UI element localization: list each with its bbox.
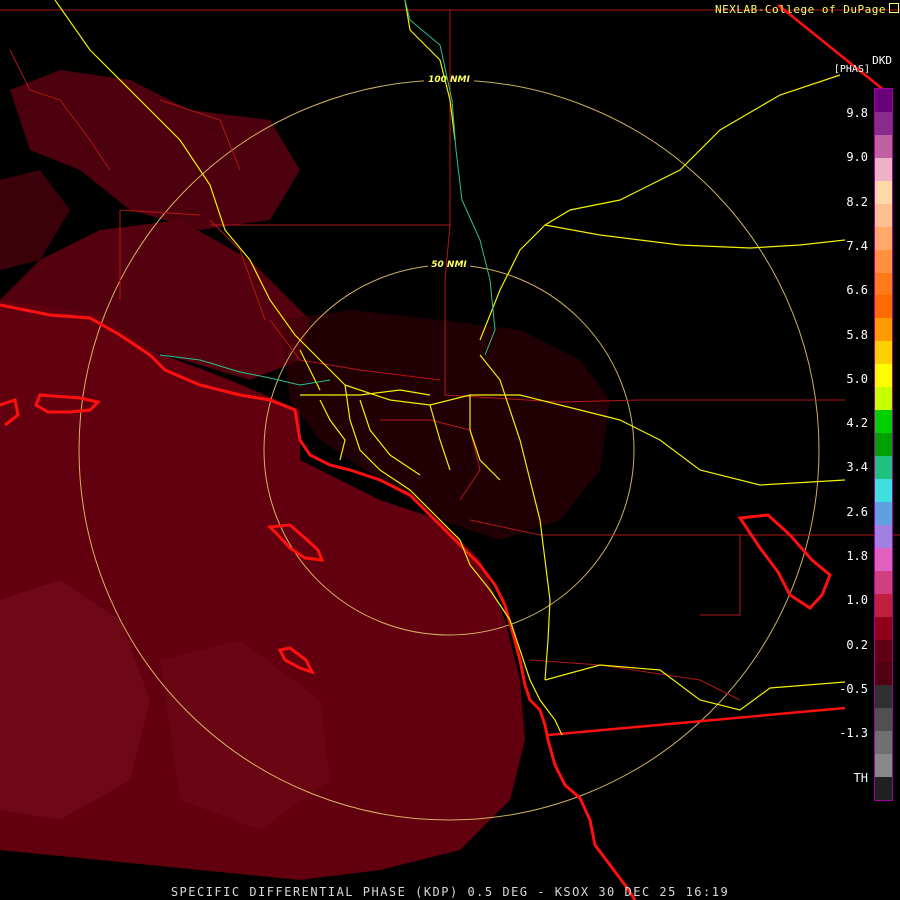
- island-offshore-east: [737, 513, 832, 610]
- color-swatch: [875, 570, 892, 594]
- color-swatch: [875, 134, 892, 158]
- color-scale-tick-label: 2.6: [846, 504, 868, 519]
- color-scale-tick-label: TH: [853, 770, 868, 785]
- ring-label-50nmi: 50 NMI: [431, 260, 467, 270]
- product-code: DKD: [872, 54, 892, 67]
- state-boundary-line: [547, 706, 846, 737]
- color-swatch: [875, 180, 892, 204]
- color-swatch: [875, 226, 892, 250]
- precipitation-echoes: [0, 70, 610, 880]
- color-swatch: [875, 318, 892, 342]
- color-scale-tick-label: 7.4: [846, 238, 868, 253]
- color-scale-tick-label: 8.2: [846, 194, 868, 209]
- color-scale-tick-label: 6.6: [846, 283, 868, 298]
- color-swatch: [875, 111, 892, 135]
- color-scale-bar: [874, 88, 893, 801]
- color-swatch: [875, 524, 892, 548]
- color-swatch: [875, 387, 892, 411]
- color-swatch: [875, 547, 892, 571]
- color-swatch: [875, 89, 892, 112]
- color-swatch: [875, 777, 892, 801]
- color-swatch: [875, 249, 892, 273]
- color-swatch: [875, 410, 892, 434]
- color-swatch: [875, 364, 892, 388]
- color-swatch: [875, 456, 892, 479]
- color-scale-tick-label: -0.5: [839, 681, 868, 696]
- credit-text: NEXLAB-College of DuPage: [715, 3, 886, 16]
- color-swatch: [875, 157, 892, 181]
- color-swatch: [875, 639, 892, 663]
- color-scale-tick-label: 5.0: [846, 371, 868, 386]
- color-swatch: [875, 501, 892, 525]
- color-swatch: [875, 295, 892, 319]
- color-swatch: [875, 478, 892, 502]
- color-swatch: [875, 593, 892, 617]
- color-swatch: [875, 731, 892, 755]
- color-scale-tick-label: 9.8: [846, 106, 868, 120]
- color-scale-tick-label: 9.0: [846, 150, 868, 165]
- color-scale-tick-label: 0.2: [846, 637, 868, 652]
- color-swatch: [875, 433, 892, 456]
- unit-label: [PHAS]: [833, 64, 870, 75]
- product-caption: SPECIFIC DIFFERENTIAL PHASE (KDP) 0.5 DE…: [170, 885, 730, 899]
- color-scale-tick-label: -1.3: [839, 726, 868, 741]
- color-swatch: [875, 708, 892, 732]
- radar-view: 100 NMI 50 NMI NEXLAB-College of DuPage …: [0, 0, 900, 900]
- external-link-icon[interactable]: [889, 3, 899, 13]
- color-swatch: [875, 662, 892, 686]
- color-swatch: [875, 203, 892, 227]
- color-scale-tick-label: 1.8: [846, 549, 868, 563]
- color-swatch: [875, 754, 892, 778]
- color-swatch: [875, 685, 892, 709]
- color-swatch: [875, 272, 892, 296]
- color-swatch: [875, 616, 892, 640]
- ring-label-100nmi: 100 NMI: [428, 75, 470, 85]
- radar-map: 100 NMI 50 NMI: [0, 0, 900, 900]
- color-scale-tick-label: 1.0: [846, 593, 868, 608]
- color-swatch: [875, 341, 892, 365]
- color-scale-tick-label: 3.4: [846, 460, 868, 475]
- state-boundary-diagonal: [777, 4, 891, 96]
- color-scale-tick-label: 4.2: [846, 416, 868, 431]
- color-scale-tick-label: 5.8: [846, 327, 868, 342]
